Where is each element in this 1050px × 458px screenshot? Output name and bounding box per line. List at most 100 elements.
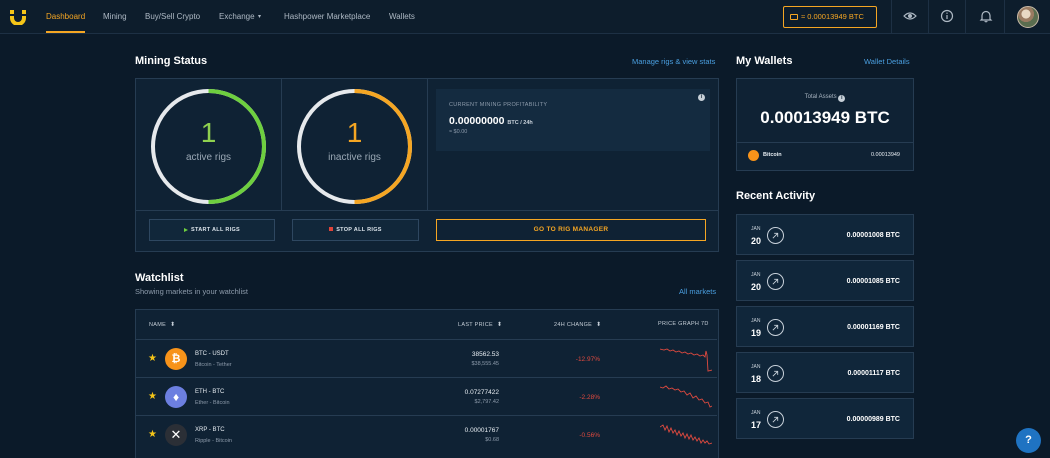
- profitability-unit: BTC / 24h: [507, 120, 533, 126]
- activity-amount: 0.00001117 BTC: [847, 370, 900, 377]
- last-price: 0.00001767: [464, 427, 499, 434]
- wallet-details-link[interactable]: Wallet Details: [864, 57, 910, 66]
- nav-dashboard[interactable]: Dashboard: [46, 0, 85, 34]
- arrow-up-right-icon: [767, 365, 784, 382]
- bitcoin-icon: [748, 150, 759, 161]
- market-name: Ripple - Bitcoin: [195, 438, 232, 444]
- inactive-rigs-gauge: 1 inactive rigs: [282, 79, 427, 210]
- star-icon[interactable]: ★: [148, 354, 157, 364]
- my-wallets-title: My Wallets: [736, 55, 793, 67]
- activity-month: JAN: [751, 226, 761, 232]
- help-button[interactable]: ?: [1016, 428, 1041, 453]
- activity-day: 20: [751, 282, 762, 292]
- inactive-rigs-label: inactive rigs: [328, 152, 381, 163]
- change-24h: -12.97%: [575, 356, 600, 363]
- ethereum-icon: ♦: [165, 386, 187, 408]
- column-header-name-label: NAME: [149, 322, 167, 328]
- balance-button[interactable]: ≈ 0.00013949 BTC: [783, 6, 877, 28]
- price-sparkline: [660, 385, 712, 408]
- activity-amount: 0.00001169 BTC: [847, 324, 900, 331]
- market-name: Ether - Bitcoin: [195, 400, 230, 406]
- last-price-usd: $0.68: [485, 437, 499, 443]
- arrow-up-right-icon: [767, 227, 784, 244]
- star-icon[interactable]: ★: [148, 392, 157, 402]
- arrow-up-right-icon: [767, 411, 784, 428]
- activity-item[interactable]: JAN 18 0.00001117 BTC: [736, 352, 914, 393]
- nav-divider: [928, 0, 929, 34]
- nav-wallets[interactable]: Wallets: [389, 0, 415, 34]
- top-navigation-bar: Dashboard Mining Buy/Sell Crypto Exchang…: [0, 0, 1050, 34]
- eye-icon[interactable]: [903, 9, 917, 23]
- market-name: Bitcoin - Tether: [195, 362, 232, 368]
- activity-item[interactable]: JAN 20 0.00001008 BTC: [736, 214, 914, 255]
- column-header-24h-change[interactable]: 24H CHANGE ⬍: [554, 321, 601, 328]
- manage-rigs-link[interactable]: Manage rigs & view stats: [632, 57, 715, 66]
- bell-icon[interactable]: [979, 9, 993, 23]
- activity-month: JAN: [751, 272, 761, 278]
- all-markets-link[interactable]: All markets: [679, 287, 716, 296]
- column-header-price-graph: PRICE GRAPH 7D: [658, 321, 709, 327]
- nav-hashpower-marketplace[interactable]: Hashpower Marketplace: [284, 0, 370, 34]
- market-pair: ETH - BTC: [195, 389, 225, 395]
- nav-exchange[interactable]: Exchange: [219, 0, 255, 34]
- info-icon[interactable]: i: [838, 95, 846, 102]
- column-header-name[interactable]: NAME ⬍: [149, 321, 175, 328]
- activity-item[interactable]: JAN 20 0.00001085 BTC: [736, 260, 914, 301]
- go-to-rig-manager-button[interactable]: GO TO RIG MANAGER: [436, 219, 706, 241]
- watchlist-table: NAME ⬍ LAST PRICE ⬍ 24H CHANGE ⬍ PRICE GRAP…: [135, 309, 719, 458]
- inactive-rigs-count: 1: [346, 117, 363, 148]
- info-icon[interactable]: [940, 9, 954, 23]
- start-all-rigs-button[interactable]: START ALL RIGS: [149, 219, 275, 241]
- recent-activity-title: Recent Activity: [736, 190, 816, 202]
- bitcoin-icon: ₿: [165, 348, 187, 370]
- stop-icon: [329, 227, 334, 231]
- nav-divider: [1004, 0, 1005, 34]
- panel-divider: [136, 210, 718, 211]
- activity-amount: 0.00000989 BTC: [846, 416, 900, 423]
- total-assets-value: 0.00013949 BTC: [760, 108, 890, 127]
- change-24h: -0.56%: [579, 432, 600, 439]
- nav-active-indicator: [46, 31, 85, 33]
- table-row[interactable]: ★ ✕ XRP - BTC Ripple - Bitcoin 0.0000176…: [136, 415, 717, 453]
- mining-status-title: Mining Status: [135, 55, 208, 67]
- activity-item[interactable]: JAN 19 0.00001169 BTC: [736, 306, 914, 347]
- activity-day: 20: [751, 236, 762, 246]
- active-rigs-gauge: 1 active rigs: [136, 79, 281, 210]
- profitability-caption: CURRENT MINING PROFITABILITY: [449, 102, 548, 108]
- nav-mining[interactable]: Mining: [103, 0, 127, 34]
- column-header-last-price[interactable]: LAST PRICE ⬍: [458, 321, 502, 328]
- active-rigs-label: active rigs: [185, 152, 231, 163]
- price-sparkline: [660, 348, 712, 372]
- activity-amount: 0.00001085 BTC: [846, 278, 900, 285]
- table-row[interactable]: ★ ♦ ETH - BTC Ether - Bitcoin 0.07277422…: [136, 377, 717, 415]
- activity-amount: 0.00001008 BTC: [846, 232, 900, 239]
- sort-icon: ⬍: [497, 322, 503, 328]
- activity-month: JAN: [751, 364, 761, 370]
- table-row[interactable]: ★ ₿ BTC - USDT Bitcoin - Tether 38562.53…: [136, 339, 717, 377]
- info-icon[interactable]: i: [698, 94, 705, 101]
- star-icon[interactable]: ★: [148, 430, 157, 440]
- mining-status-panel: 1 active rigs 1 inactive rigs CURRENT MI…: [135, 78, 719, 252]
- wallet-coin-name: Bitcoin: [763, 152, 782, 158]
- wallet-coin-amount: 0.00013949: [870, 152, 900, 158]
- last-price-usd: $38,555.45: [471, 361, 499, 367]
- ripple-icon: ✕: [165, 424, 187, 446]
- total-assets-label: Total Assets: [804, 94, 837, 100]
- activity-day: 18: [751, 374, 762, 384]
- wallet-card: Total Assets i 0.00013949 BTC Bitcoin 0.…: [736, 78, 914, 171]
- sort-icon: ⬍: [170, 322, 176, 328]
- activity-item[interactable]: JAN 17 0.00000989 BTC: [736, 398, 914, 439]
- stop-all-rigs-button[interactable]: STOP ALL RIGS: [292, 219, 419, 241]
- avatar[interactable]: [1017, 6, 1039, 28]
- activity-month: JAN: [751, 318, 761, 324]
- start-all-rigs-label: START ALL RIGS: [190, 227, 240, 233]
- app-logo-icon[interactable]: [9, 7, 27, 25]
- activity-day: 19: [751, 328, 762, 338]
- last-price: 38562.53: [471, 351, 499, 358]
- profitability-amount: 0.00000000: [449, 115, 505, 127]
- chevron-down-icon[interactable]: ▾: [258, 0, 261, 34]
- play-icon: [183, 228, 188, 232]
- profitability-card: CURRENT MINING PROFITABILITY 0.00000000 …: [436, 89, 710, 151]
- nav-divider: [891, 0, 892, 34]
- nav-buy-sell-crypto[interactable]: Buy/Sell Crypto: [145, 0, 200, 34]
